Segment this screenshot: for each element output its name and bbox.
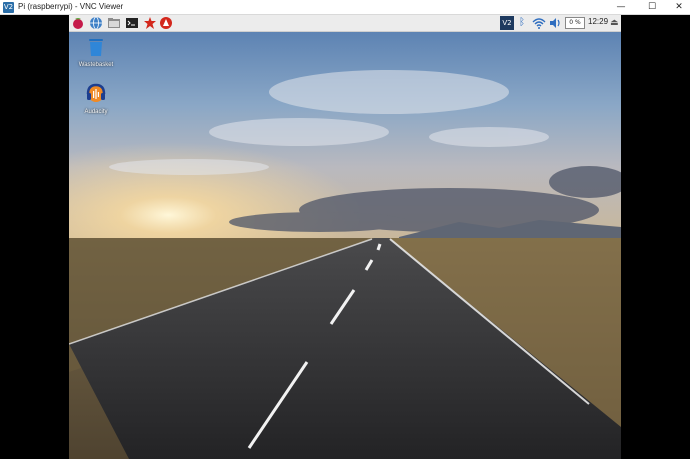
file-manager-icon[interactable] bbox=[107, 16, 121, 30]
desktop-icon-wastebasket[interactable]: Wastebasket bbox=[69, 37, 123, 68]
eject-icon[interactable]: ⏏ bbox=[610, 16, 619, 30]
window-title: Pi (raspberrypi) - VNC Viewer bbox=[18, 2, 124, 11]
audacity-icon bbox=[86, 83, 106, 102]
maximize-button[interactable]: ☐ bbox=[637, 0, 667, 15]
volume-icon[interactable] bbox=[548, 16, 562, 30]
window-titlebar[interactable]: V2 Pi (raspberrypi) - VNC Viewer — ☐ ✕ bbox=[0, 0, 690, 15]
bluetooth-icon[interactable]: ᛒ bbox=[519, 16, 525, 30]
vnc-server-tray-icon[interactable]: V2 bbox=[500, 16, 514, 30]
wastebasket-icon bbox=[89, 39, 103, 56]
clock[interactable]: 12:29 bbox=[588, 17, 608, 26]
terminal-icon[interactable] bbox=[125, 16, 139, 30]
cpu-usage-monitor: 0 % bbox=[565, 17, 585, 29]
wolfram-icon[interactable] bbox=[159, 16, 173, 30]
desktop-icon-label: Audacity bbox=[84, 109, 108, 115]
close-button[interactable]: ✕ bbox=[664, 0, 690, 15]
web-browser-icon[interactable] bbox=[89, 16, 103, 30]
desktop-wallpaper bbox=[69, 32, 621, 459]
desktop-icon-audacity[interactable]: Audacity bbox=[69, 82, 123, 115]
pi-taskbar: V2 ᛒ 0 % 12:29 ⏏ bbox=[69, 15, 621, 32]
desktop-icon-label: Wastebasket bbox=[78, 62, 114, 68]
mathematica-icon[interactable] bbox=[143, 16, 157, 30]
raspberry-menu-icon[interactable] bbox=[71, 16, 85, 30]
remote-desktop-view[interactable]: V2 ᛒ 0 % 12:29 ⏏ Wastebasket Audacity bbox=[69, 15, 621, 459]
wifi-icon[interactable] bbox=[532, 16, 546, 30]
vnc-viewer-app-icon: V2 bbox=[3, 2, 14, 13]
minimize-button[interactable]: — bbox=[606, 0, 636, 15]
